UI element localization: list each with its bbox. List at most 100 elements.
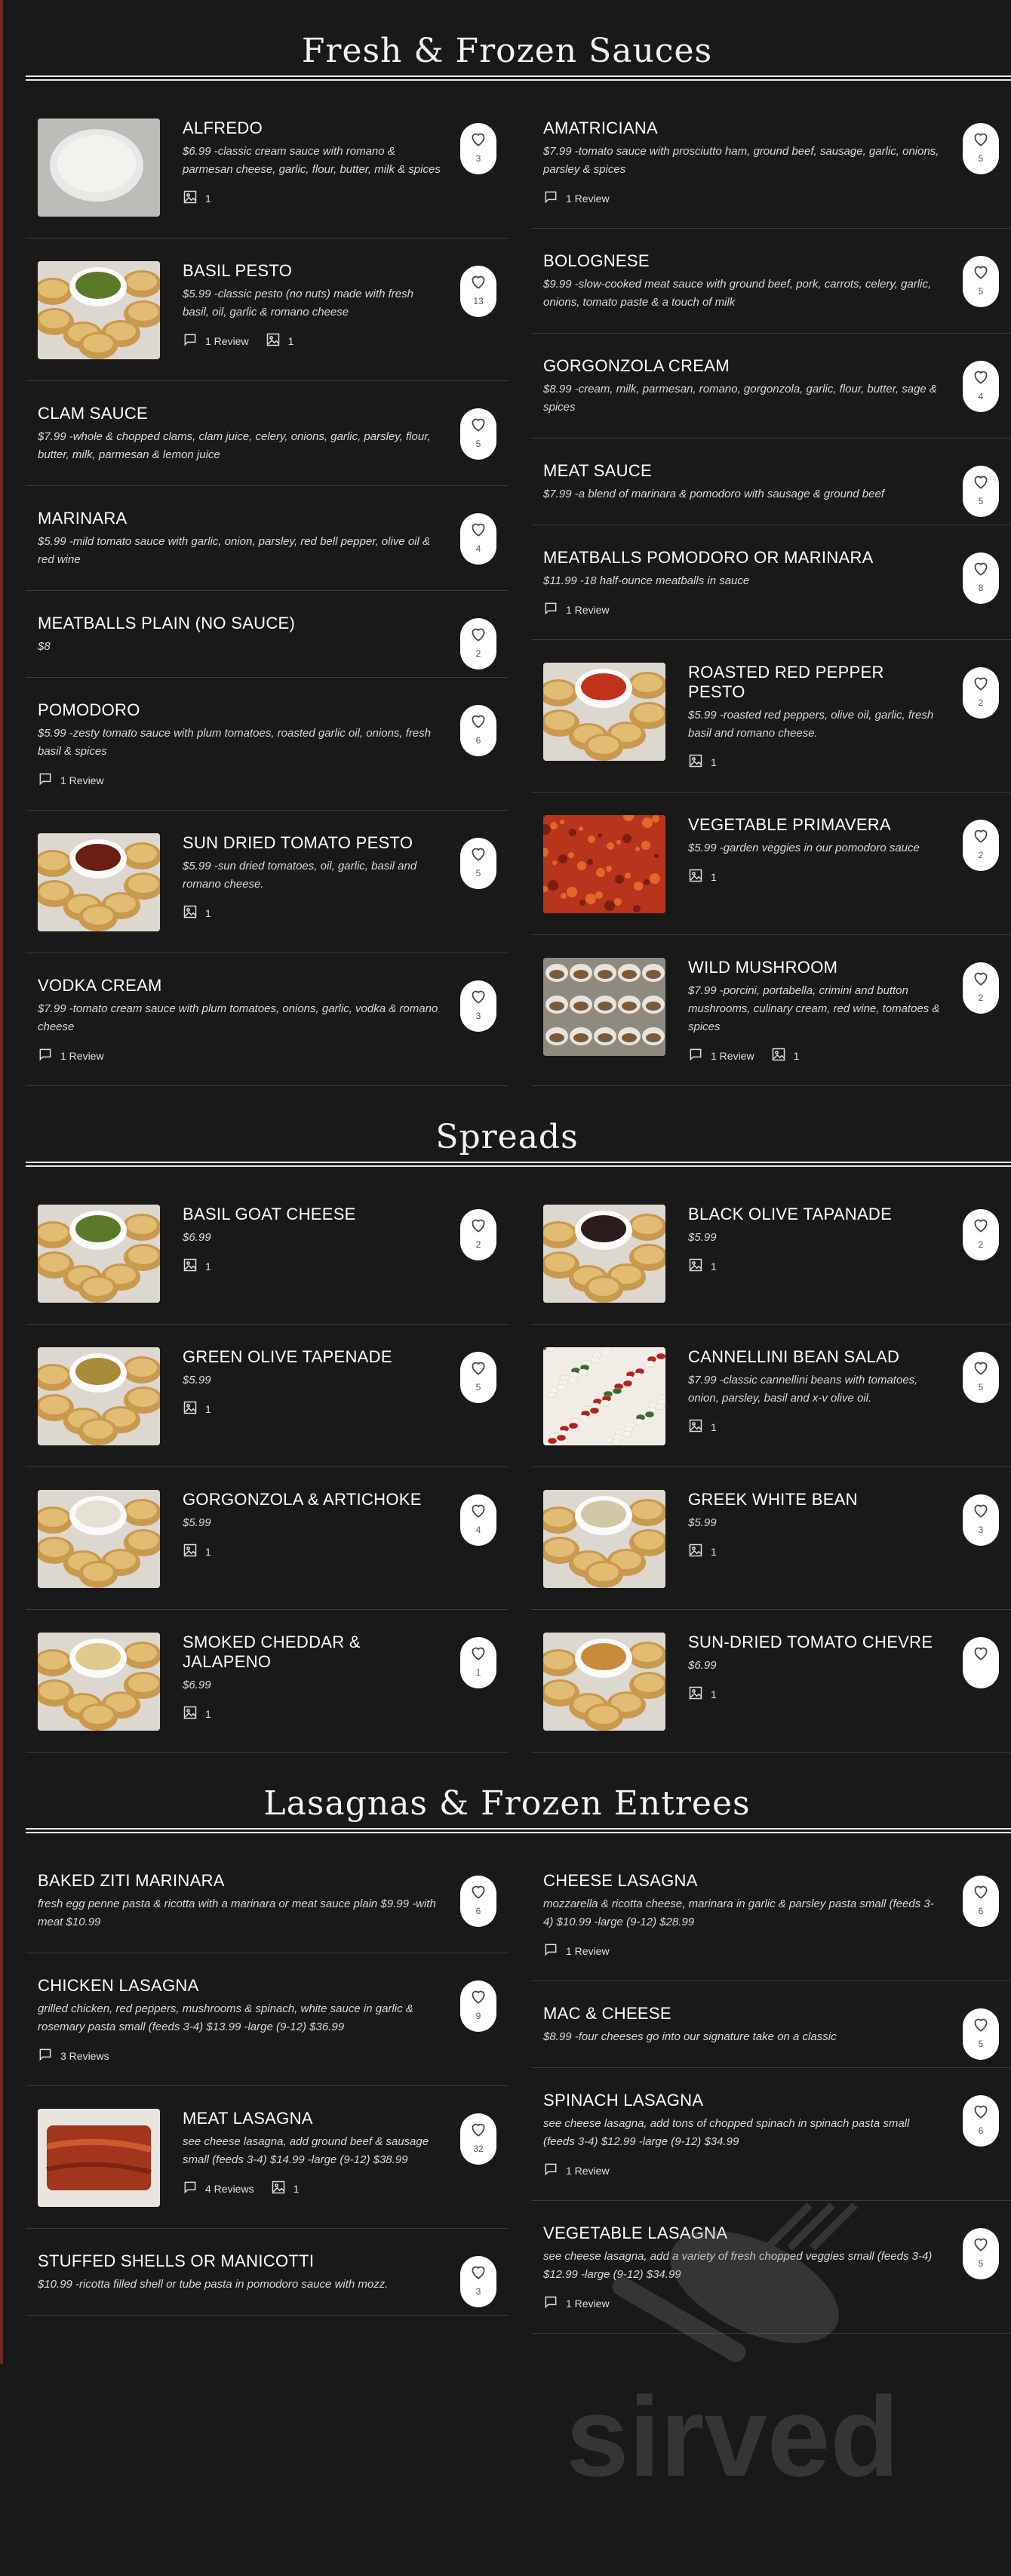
menu-item[interactable]: MEAT SAUCE $7.99 -a blend of marinara & p… — [531, 439, 1011, 525]
reviews-link[interactable]: 1 Review — [38, 771, 104, 789]
menu-item[interactable]: VEGETABLE PRIMAVERA $5.99 -garden veggies… — [531, 792, 1011, 935]
photos-link[interactable]: 1 — [688, 1685, 717, 1703]
photos-link[interactable]: 1 — [271, 2180, 299, 2197]
menu-item[interactable]: BAKED ZITI MARINARA fresh egg penne pasta… — [26, 1848, 509, 1953]
like-button[interactable]: 5 — [963, 1352, 999, 1403]
menu-item-photo[interactable] — [38, 1347, 160, 1445]
menu-item-photo[interactable] — [38, 1205, 160, 1303]
menu-item[interactable]: CANNELLINI BEAN SALAD $7.99 -classic cann… — [531, 1325, 1011, 1467]
like-button[interactable]: 5 — [460, 838, 496, 889]
photos-link[interactable]: 1 — [183, 1543, 211, 1560]
reviews-link[interactable]: 1 Review — [688, 1047, 754, 1064]
menu-item[interactable]: GREEK WHITE BEAN $5.99 1 3 — [531, 1467, 1011, 1610]
like-button[interactable]: 3 — [963, 1494, 999, 1546]
like-button[interactable]: 5 — [460, 1352, 496, 1403]
like-button[interactable]: 4 — [460, 513, 496, 565]
menu-item-photo[interactable] — [543, 1633, 665, 1731]
reviews-link[interactable]: 1 Review — [543, 2162, 610, 2179]
menu-item[interactable]: SMOKED CHEDDAR & JALAPENO $6.99 1 1 — [26, 1610, 509, 1753]
menu-item-photo[interactable] — [543, 663, 665, 761]
menu-item-photo[interactable] — [38, 118, 160, 217]
menu-item[interactable]: SUN-DRIED TOMATO CHEVRE $6.99 1 — [531, 1610, 1011, 1753]
reviews-link[interactable]: 1 Review — [543, 189, 610, 207]
like-button[interactable]: 6 — [460, 1876, 496, 1927]
like-button[interactable]: 5 — [963, 2008, 999, 2060]
photos-link[interactable]: 1 — [183, 1400, 211, 1417]
like-button[interactable]: 5 — [963, 123, 999, 174]
menu-item-photo[interactable] — [38, 2109, 160, 2207]
menu-item[interactable]: CLAM SAUCE $7.99 -whole & chopped clams, … — [26, 381, 509, 486]
like-button[interactable]: 3 — [460, 123, 496, 174]
like-button[interactable]: 4 — [460, 1494, 496, 1546]
photos-link[interactable]: 1 — [688, 1418, 717, 1436]
menu-item-photo[interactable] — [543, 1205, 665, 1303]
menu-item[interactable]: STUFFED SHELLS OR MANICOTTI $10.99 -ricot… — [26, 2229, 509, 2316]
menu-item-photo[interactable] — [543, 815, 665, 913]
menu-item[interactable]: MARINARA $5.99 -mild tomato sauce with ga… — [26, 486, 509, 591]
menu-item[interactable]: WILD MUSHROOM $7.99 -porcini, portabella,… — [531, 935, 1011, 1086]
reviews-link[interactable]: 1 Review — [543, 1942, 610, 1959]
photos-link[interactable]: 1 — [183, 904, 211, 922]
like-button[interactable]: 2 — [460, 1209, 496, 1260]
photos-link[interactable]: 1 — [771, 1047, 799, 1064]
menu-item[interactable]: GORGONZOLA CREAM $8.99 -cream, milk, parm… — [531, 334, 1011, 439]
like-button[interactable]: 2 — [963, 820, 999, 871]
menu-item-photo[interactable] — [38, 1490, 160, 1588]
menu-item[interactable]: CHICKEN LASAGNA grilled chicken, red pepp… — [26, 1953, 509, 2086]
like-button[interactable]: 4 — [963, 361, 999, 412]
menu-item[interactable]: MEATBALLS PLAIN (NO SAUCE) $8 2 — [26, 591, 509, 678]
menu-item[interactable]: MEAT LASAGNA see cheese lasagna, add grou… — [26, 2086, 509, 2229]
menu-item[interactable]: AMATRICIANA $7.99 -tomato sauce with pros… — [531, 96, 1011, 229]
like-button[interactable]: 32 — [460, 2113, 496, 2165]
photos-link[interactable]: 1 — [266, 332, 293, 349]
menu-item[interactable]: MAC & CHEESE $8.99 -four cheeses go into … — [531, 1981, 1011, 2068]
like-button[interactable]: 2 — [963, 667, 999, 719]
like-button[interactable] — [963, 1637, 999, 1688]
menu-item[interactable]: GORGONZOLA & ARTICHOKE $5.99 1 4 — [26, 1467, 509, 1610]
reviews-link[interactable]: 1 Review — [543, 601, 610, 618]
like-button[interactable]: 13 — [460, 266, 496, 317]
reviews-link[interactable]: 1 Review — [543, 2294, 610, 2312]
menu-item-photo[interactable] — [38, 261, 160, 359]
reviews-link[interactable]: 4 Reviews — [183, 2180, 254, 2197]
menu-item[interactable]: POMODORO $5.99 -zesty tomato sauce with p… — [26, 678, 509, 811]
menu-item[interactable]: BOLOGNESE $9.99 -slow-cooked meat sauce w… — [531, 229, 1011, 334]
menu-item-photo[interactable] — [543, 958, 665, 1056]
menu-item[interactable]: VEGETABLE LASAGNA see cheese lasagna, add… — [531, 2201, 1011, 2334]
like-button[interactable]: 5 — [963, 466, 999, 517]
like-button[interactable]: 9 — [460, 1980, 496, 2032]
like-button[interactable]: 6 — [460, 705, 496, 756]
photos-link[interactable]: 1 — [688, 868, 717, 885]
like-button[interactable]: 5 — [963, 2228, 999, 2279]
photos-link[interactable]: 1 — [183, 1705, 211, 1722]
menu-item[interactable]: SUN DRIED TOMATO PESTO $5.99 -sun dried t… — [26, 811, 509, 953]
like-button[interactable]: 2 — [460, 618, 496, 669]
like-button[interactable]: 3 — [460, 2256, 496, 2307]
like-button[interactable]: 2 — [963, 962, 999, 1014]
like-button[interactable]: 6 — [963, 1876, 999, 1927]
like-button[interactable]: 5 — [460, 408, 496, 460]
photos-link[interactable]: 1 — [183, 1257, 211, 1275]
photos-link[interactable]: 1 — [688, 753, 717, 771]
menu-item[interactable]: GREEN OLIVE TAPENADE $5.99 1 5 — [26, 1325, 509, 1467]
like-button[interactable]: 2 — [963, 1209, 999, 1260]
menu-item[interactable]: ALFREDO $6.99 -classic cream sauce with r… — [26, 96, 509, 239]
like-button[interactable]: 6 — [963, 2095, 999, 2147]
menu-item[interactable]: BLACK OLIVE TAPANADE $5.99 1 2 — [531, 1182, 1011, 1325]
reviews-link[interactable]: 3 Reviews — [38, 2047, 109, 2064]
like-button[interactable]: 8 — [963, 552, 999, 604]
menu-item[interactable]: ROASTED RED PEPPER PESTO $5.99 -roasted r… — [531, 640, 1011, 792]
menu-item[interactable]: CHEESE LASAGNA mozzarella & ricotta chees… — [531, 1848, 1011, 1981]
menu-item-photo[interactable] — [38, 833, 160, 931]
menu-item[interactable]: BASIL PESTO $5.99 -classic pesto (no nuts… — [26, 239, 509, 381]
photos-link[interactable]: 1 — [688, 1257, 717, 1275]
reviews-link[interactable]: 1 Review — [183, 332, 249, 349]
menu-item[interactable]: BASIL GOAT CHEESE $6.99 1 2 — [26, 1182, 509, 1325]
menu-item[interactable]: SPINACH LASAGNA see cheese lasagna, add t… — [531, 2068, 1011, 2201]
like-button[interactable]: 3 — [460, 980, 496, 1032]
menu-item-photo[interactable] — [543, 1490, 665, 1588]
reviews-link[interactable]: 1 Review — [38, 1047, 104, 1064]
menu-item[interactable]: MEATBALLS POMODORO OR MARINARA $11.99 -18… — [531, 525, 1011, 640]
photos-link[interactable]: 1 — [688, 1543, 717, 1560]
menu-item-photo[interactable] — [543, 1347, 665, 1445]
